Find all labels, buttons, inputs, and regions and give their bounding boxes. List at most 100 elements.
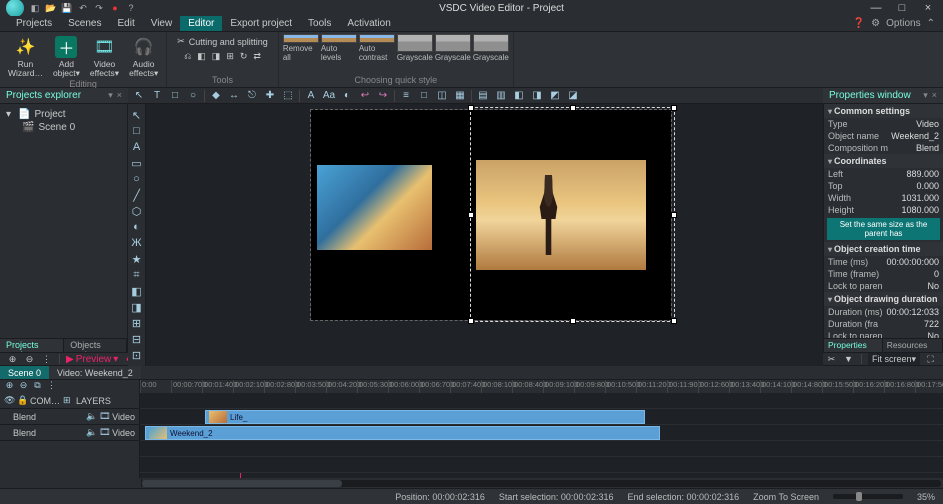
left-tool-1[interactable]: □ xyxy=(130,124,144,138)
editor-tool-19[interactable]: ▥ xyxy=(494,89,508,103)
menu-editor[interactable]: Editor xyxy=(180,16,222,31)
zoom-slider[interactable] xyxy=(833,494,903,499)
add-object-button[interactable]: ＋Add object▾ xyxy=(49,34,84,79)
prop-lock2-value[interactable]: No xyxy=(927,331,939,338)
menu-scenes[interactable]: Scenes xyxy=(60,16,109,31)
qa-help-icon[interactable]: ? xyxy=(126,3,136,13)
tab-properties-window[interactable]: Properties win… xyxy=(824,339,883,352)
tool-icon-5[interactable]: ↻ xyxy=(240,51,248,62)
section-common[interactable]: Common settings xyxy=(824,104,943,118)
tree-project-root[interactable]: ▾📄 Project xyxy=(4,108,123,121)
timeline-ruler[interactable]: 0:0000:00:70000:01:40000:02:10000:02:800… xyxy=(140,380,943,393)
style-auto-contrast[interactable]: Auto contrast xyxy=(359,34,395,62)
expand-icon[interactable]: ⊞ xyxy=(63,395,73,406)
prop-top-value[interactable]: 0.000 xyxy=(916,181,939,191)
lock-icon[interactable]: 🔒 xyxy=(17,395,27,406)
video-clip-1[interactable] xyxy=(317,165,432,250)
menu-projects[interactable]: Projects xyxy=(8,16,60,31)
editor-tool-16[interactable]: ◫ xyxy=(435,89,449,103)
left-tool-14[interactable]: ⊟ xyxy=(130,332,144,346)
eye-icon[interactable]: 👁 xyxy=(4,395,14,406)
tool-icon-1[interactable]: ⎌ xyxy=(184,51,191,62)
editor-tool-13[interactable]: ↪ xyxy=(376,89,390,103)
prop-left-value[interactable]: 889.000 xyxy=(906,169,939,179)
menu-export[interactable]: Export project xyxy=(222,16,300,31)
add-track-icon[interactable]: ⊕ xyxy=(6,353,19,365)
style-grayscale-2[interactable]: Grayscale xyxy=(435,34,471,62)
video-effects-button[interactable]: 🎞Video effects▾ xyxy=(86,34,123,79)
marker-icon[interactable]: ▼ xyxy=(842,353,855,365)
style-auto-levels[interactable]: Auto levels xyxy=(321,34,357,62)
qa-open-icon[interactable]: 📂 xyxy=(46,3,56,13)
editor-tool-4[interactable]: ◆ xyxy=(209,89,223,103)
editor-tool-3[interactable]: ○ xyxy=(186,89,200,103)
scrollbar-thumb[interactable] xyxy=(142,480,342,487)
scene-tab-0[interactable]: Scene 0 xyxy=(0,366,49,379)
menu-activation[interactable]: Activation xyxy=(339,16,398,31)
left-tool-7[interactable]: ◐ xyxy=(130,220,144,234)
resize-handle[interactable] xyxy=(671,105,677,111)
audio-effects-button[interactable]: 🎧Audio effects▾ xyxy=(125,34,162,79)
qa-redo-icon[interactable]: ↷ xyxy=(94,3,104,13)
options-gear-icon[interactable]: ⚙ xyxy=(871,18,880,29)
editor-tool-5[interactable]: ↔ xyxy=(227,89,241,103)
scene-tab-video[interactable]: Video: Weekend_2 xyxy=(49,366,141,379)
qa-record-icon[interactable]: ● xyxy=(110,3,120,13)
prop-duration-frame-value[interactable]: 722 xyxy=(924,319,939,329)
tree-scene-item[interactable]: 🎬 Scene 0 xyxy=(4,121,123,134)
tl-add-icon[interactable]: ⊕ xyxy=(4,380,15,391)
cutting-splitting-button[interactable]: ✂ Cutting and splitting xyxy=(171,34,274,49)
editor-tool-11[interactable]: ◐ xyxy=(340,89,354,103)
run-wizard-button[interactable]: ✨Run Wizard… xyxy=(4,34,47,79)
resize-handle[interactable] xyxy=(671,212,677,218)
mute-icon[interactable]: 🔈 xyxy=(86,411,96,422)
style-remove-all[interactable]: Remove all xyxy=(283,34,319,62)
tab-projects-explorer[interactable]: Projects explorer xyxy=(0,339,64,352)
timeline-clip-weekend[interactable]: Weekend_2 xyxy=(145,426,660,440)
prop-frame-value[interactable]: 0 xyxy=(934,269,939,279)
style-grayscale-1[interactable]: Grayscale xyxy=(397,34,433,62)
editor-tool-8[interactable]: ⬚ xyxy=(281,89,295,103)
editor-tool-0[interactable]: ↖ xyxy=(132,89,146,103)
editor-tool-22[interactable]: ◩ xyxy=(548,89,562,103)
editor-tool-7[interactable]: ✚ xyxy=(263,89,277,103)
editor-tool-20[interactable]: ◧ xyxy=(512,89,526,103)
left-tool-10[interactable]: ⌗ xyxy=(130,268,144,282)
editor-tool-1[interactable]: T xyxy=(150,89,164,103)
editor-tool-18[interactable]: ▤ xyxy=(476,89,490,103)
tool-icon-2[interactable]: ◧ xyxy=(197,51,206,62)
editor-tool-21[interactable]: ◨ xyxy=(530,89,544,103)
left-tool-13[interactable]: ⊞ xyxy=(130,316,144,330)
video-canvas[interactable] xyxy=(146,104,823,366)
scrollbar-track[interactable] xyxy=(142,480,941,487)
editor-tool-15[interactable]: □ xyxy=(417,89,431,103)
fit-screen-dropdown[interactable]: Fit screen ▾ xyxy=(868,353,920,365)
tl-menu-icon[interactable]: ⋮ xyxy=(46,380,57,391)
panel-menu-icon[interactable]: ▾ xyxy=(108,90,113,101)
left-tool-15[interactable]: ⊡ xyxy=(130,348,144,362)
prop-duration-ms-value[interactable]: 00:00:12:033 xyxy=(886,307,939,317)
set-parent-size-button[interactable]: Set the same size as the parent has xyxy=(827,218,940,240)
tl-dup-icon[interactable]: ⧉ xyxy=(32,380,43,391)
left-tool-3[interactable]: ▭ xyxy=(130,156,144,170)
editor-tool-10[interactable]: Aa xyxy=(322,89,336,103)
menu-tools[interactable]: Tools xyxy=(300,16,339,31)
video-clip-2[interactable] xyxy=(476,160,646,270)
editor-tool-14[interactable]: ≡ xyxy=(399,89,413,103)
close-button[interactable]: × xyxy=(919,1,937,15)
track-lanes[interactable]: Life_ Weekend_2 xyxy=(140,393,943,478)
maximize-button[interactable]: □ xyxy=(893,1,911,15)
track-header-master[interactable]: 👁 🔒 COM… ⊞ LAYERS xyxy=(0,393,139,409)
remove-track-icon[interactable]: ⊖ xyxy=(23,353,36,365)
options-icon[interactable]: ⋮ xyxy=(40,353,53,365)
tab-objects-explorer[interactable]: Objects explorer xyxy=(64,339,127,352)
panel-close-icon[interactable]: × xyxy=(117,90,122,101)
editor-tool-6[interactable]: ⎋ xyxy=(245,89,259,103)
style-grayscale-3[interactable]: Grayscale xyxy=(473,34,509,62)
qa-new-icon[interactable]: ◧ xyxy=(30,3,40,13)
expand-ribbon-icon[interactable]: ⌃ xyxy=(927,18,935,29)
left-tool-8[interactable]: Ж xyxy=(130,236,144,250)
prop-name-value[interactable]: Weekend_2 xyxy=(891,131,939,141)
left-tool-12[interactable]: ◨ xyxy=(130,300,144,314)
minimize-button[interactable]: — xyxy=(867,1,885,15)
